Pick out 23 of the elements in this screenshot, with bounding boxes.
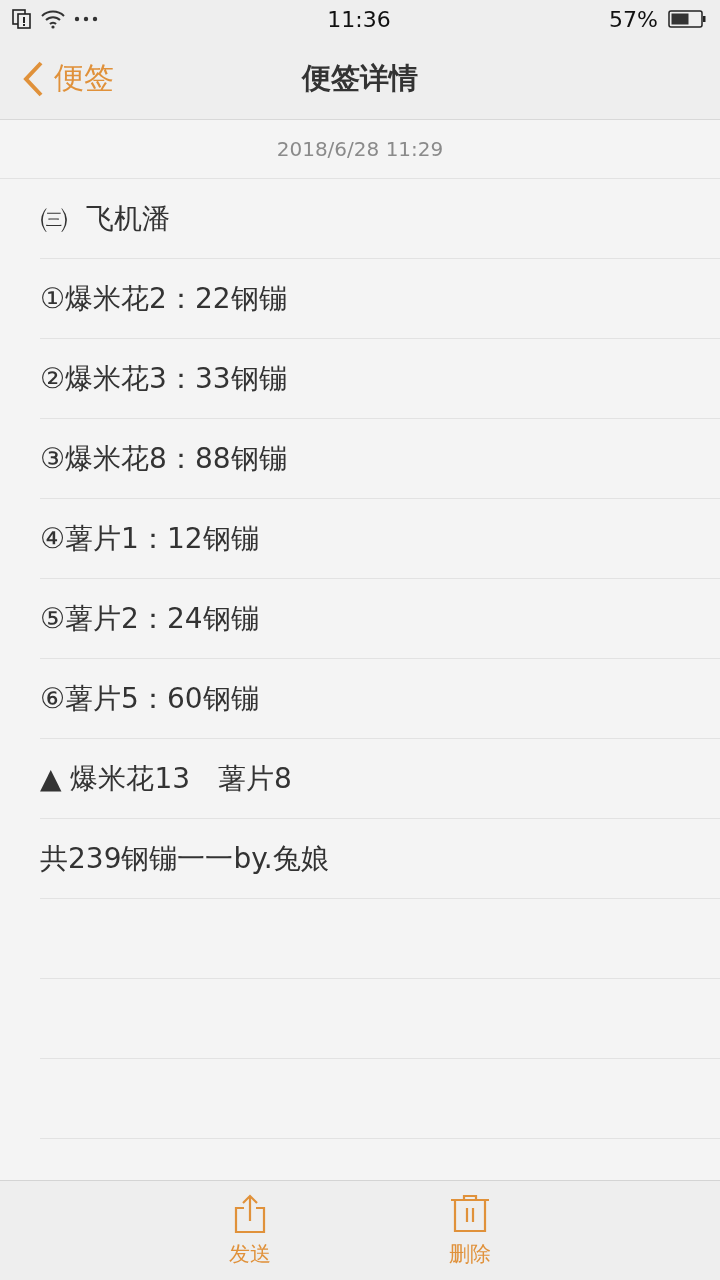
battery-percent: 57% [609, 6, 658, 32]
note-line: ③爆米花8：88钢镚 [40, 440, 287, 477]
note-line: ⑤薯片2：24钢镚 [40, 600, 259, 637]
trash-icon [450, 1193, 490, 1234]
battery-icon [668, 10, 706, 28]
clock-time: 11:36 [327, 6, 391, 32]
share-icon [233, 1193, 267, 1234]
send-button[interactable]: 发送 [210, 1181, 290, 1280]
note-line: 共239钢镚一一by.兔娘 [40, 840, 329, 877]
note-line: ①爆米花2：22钢镚 [40, 280, 287, 317]
note-line: ㈢ 飞机潘 [40, 200, 170, 237]
wifi-icon [40, 9, 66, 29]
delete-button[interactable]: 删除 [430, 1181, 510, 1280]
note-date: 2018/6/28 11:29 [276, 137, 444, 161]
sim-alert-icon [12, 9, 32, 29]
note-line: ④薯片1：12钢镚 [40, 520, 259, 557]
note-line: ⑥薯片5：60钢镚 [40, 680, 259, 717]
page-title: 便签详情 [302, 60, 418, 95]
note-line: ②爆米花3：33钢镚 [40, 360, 287, 397]
back-chevron-icon [22, 60, 44, 97]
back-button[interactable]: 便签 [0, 58, 114, 99]
note-line: ▲ 爆米花13 薯片8 [40, 760, 292, 797]
more-icon [74, 16, 98, 22]
